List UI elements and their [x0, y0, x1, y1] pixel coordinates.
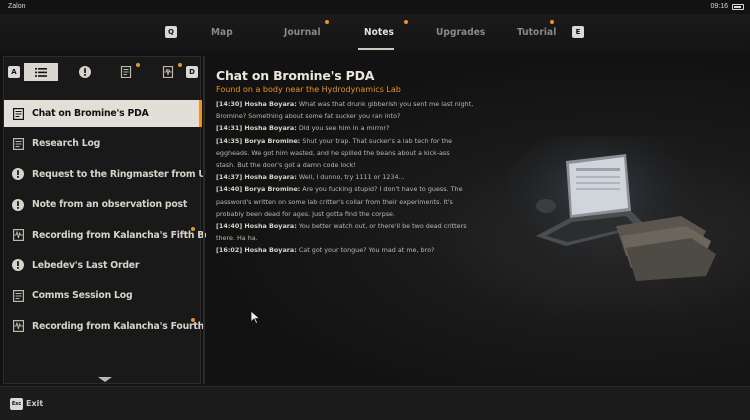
note-line-text: stash. But the door's got a damn code lo… — [216, 161, 356, 170]
tutorial-notification-dot — [550, 20, 554, 24]
audio-filter-notification-dot — [178, 63, 182, 67]
list-item-notification-dot — [191, 317, 195, 322]
scroll-down-arrow-icon[interactable] — [98, 377, 112, 382]
list-item-label: Comms Session Log — [32, 290, 133, 302]
list-item-label: Note from an observation post — [32, 199, 188, 211]
carrier-label: Zalon — [8, 3, 26, 10]
note-line-speaker: [14:40] Borya Bromine: — [216, 185, 301, 194]
note-line-text: there. Ha ha. — [216, 234, 258, 243]
list-item-label: Chat on Bromine's PDA — [32, 108, 149, 119]
tab-upgrades[interactable]: Upgrades — [436, 27, 485, 38]
list-item[interactable]: Request to the Ringmaster from Unknown — [4, 161, 246, 188]
audio-wave-icon — [12, 229, 24, 242]
notes-notification-dot — [404, 20, 408, 24]
list-item-label: Research Log — [32, 138, 101, 150]
nav-left-key[interactable]: Q — [165, 26, 177, 38]
note-line-speaker: [14:35] Borya Bromine: — [216, 136, 301, 145]
note-line-text: password's written on some lab critter's… — [216, 197, 453, 206]
laptop-illustration — [506, 136, 716, 286]
note-line-text: What was that drunk gibberish you sent m… — [296, 100, 474, 108]
filter-left-key[interactable]: A — [8, 66, 20, 78]
panel-divider — [203, 56, 205, 384]
note-line-text: eggheads. We got him wasted, and he spil… — [216, 148, 450, 157]
note-line-text: Shut your trap. That sucker's a lab tech… — [300, 136, 453, 145]
exit-key[interactable]: Esc — [10, 398, 23, 410]
list-item-label: Lebedev's Last Order — [32, 259, 140, 271]
filter-all-button[interactable] — [24, 63, 58, 81]
audio-wave-icon — [162, 66, 174, 78]
status-bar: Zalon 09:16 — [0, 0, 750, 14]
tab-journal[interactable]: Journal — [284, 27, 321, 38]
note-line: [14:40] Borya Bromine: Are you fucking s… — [216, 183, 481, 195]
list-item[interactable]: Research Log — [4, 130, 202, 157]
note-line-speaker: [14:30] Hosha Boyara: — [216, 100, 297, 108]
exclamation-icon — [79, 66, 91, 78]
list-item[interactable]: Recording from Kalancha's Fifth Beacon — [4, 222, 234, 249]
note-line-text: Bromine? Something about some fat sucker… — [216, 112, 401, 121]
clock-label: 09:16 — [710, 3, 728, 10]
exit-button[interactable]: Exit — [26, 399, 43, 408]
mouse-cursor-icon — [251, 311, 261, 324]
note-line-text: You better watch out, or there'll be two… — [296, 222, 467, 231]
tab-tutorial[interactable]: Tutorial — [517, 27, 556, 38]
exclamation-icon — [12, 198, 24, 211]
note-line-speaker: [14:40] Hosha Boyara: — [216, 222, 297, 231]
note-line: [14:30] Hosha Boyara: What was that drun… — [216, 98, 481, 110]
note-content-panel: Chat on Bromine's PDA Found on a body ne… — [206, 56, 750, 384]
nav-right-key[interactable]: E — [572, 26, 584, 38]
audio-wave-icon — [12, 320, 24, 333]
note-line-text: probably been dead for ages. Just gotta … — [216, 209, 395, 218]
document-icon — [12, 137, 24, 150]
filter-bar: A D — [4, 57, 200, 87]
list-item[interactable]: Recording from Kalancha's Fourth Beacon — [4, 313, 244, 340]
note-line-text: Are you fucking stupid? I don't have to … — [300, 185, 463, 194]
note-line-text: Well, I dunno, try 1111 or 1234... — [296, 173, 405, 182]
note-title: Chat on Bromine's PDA — [216, 68, 375, 83]
tab-map[interactable]: Map — [211, 27, 233, 38]
note-line: probably been dead for ages. Just gotta … — [216, 208, 481, 220]
list-item[interactable]: Lebedev's Last Order — [4, 252, 202, 279]
list-item[interactable]: Note from an observation post — [4, 191, 202, 218]
note-line: [14:40] Hosha Boyara: You better watch o… — [216, 220, 481, 232]
bottom-bar: Esc Exit — [0, 386, 750, 420]
note-line-text: Did you see him in a mirror? — [296, 124, 390, 133]
note-line-speaker: [14:37] Hosha Boyara: — [216, 173, 297, 182]
note-subtitle: Found on a body near the Hydrodynamics L… — [216, 85, 401, 94]
note-line: there. Ha ha. — [216, 232, 481, 244]
document-icon — [12, 107, 24, 120]
note-line: [14:37] Hosha Boyara: Well, I dunno, try… — [216, 171, 481, 183]
active-tab-indicator — [358, 48, 394, 50]
journal-notification-dot — [325, 20, 329, 24]
note-line: [16:02] Hosha Boyara: Cat got your tongu… — [216, 244, 481, 256]
filter-quests-button[interactable] — [68, 63, 102, 81]
top-nav: Q Map Journal Notes Upgrades Tutorial E — [0, 14, 750, 52]
list-icon — [35, 67, 47, 77]
note-line: Bromine? Something about some fat sucker… — [216, 110, 481, 122]
tab-notes[interactable]: Notes — [364, 27, 394, 38]
note-line: [14:31] Hosha Boyara: Did you see him in… — [216, 122, 481, 134]
note-line: stash. But the door's got a damn code lo… — [216, 159, 481, 171]
exclamation-icon — [12, 168, 24, 181]
note-line: [14:35] Borya Bromine: Shut your trap. T… — [216, 135, 481, 147]
note-line: eggheads. We got him wasted, and he spil… — [216, 147, 481, 159]
note-line-speaker: [16:02] Hosha Boyara: — [216, 246, 297, 255]
note-line-text: Cat got your tongue? You mad at me, bro? — [296, 246, 435, 255]
notes-list: Chat on Bromine's PDA Research Log Reque… — [4, 100, 246, 343]
note-line-speaker: [14:31] Hosha Boyara: — [216, 124, 297, 133]
list-item[interactable]: Chat on Bromine's PDA — [4, 100, 202, 127]
exclamation-icon — [12, 259, 24, 272]
note-body: [14:30] Hosha Boyara: What was that drun… — [216, 98, 481, 257]
list-item[interactable]: Comms Session Log — [4, 282, 202, 309]
filter-right-key[interactable]: D — [186, 66, 198, 78]
document-icon — [120, 66, 132, 78]
note-line: password's written on some lab critter's… — [216, 196, 481, 208]
battery-icon — [732, 4, 744, 10]
list-item-notification-dot — [191, 226, 195, 231]
notes-list-panel: A D Chat on Bromine's PDA Research Log R… — [3, 56, 246, 384]
documents-filter-notification-dot — [136, 63, 140, 67]
document-icon — [12, 289, 24, 302]
